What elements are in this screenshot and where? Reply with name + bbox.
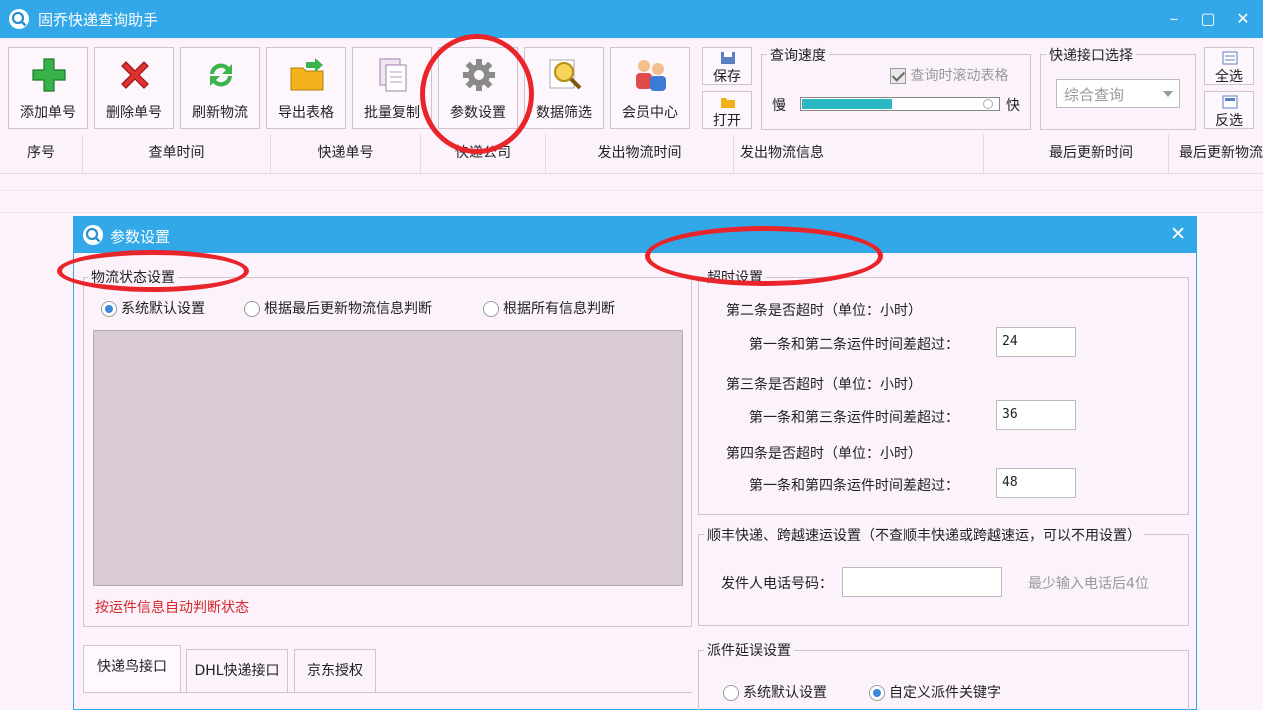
timeout-heading-2: 第二条是否超时（单位：小时）	[726, 303, 922, 319]
column-header[interactable]: 发出物流信息	[734, 134, 984, 174]
open-folder-icon	[721, 98, 735, 108]
open-button[interactable]: 打开	[702, 91, 752, 129]
export-folder-icon	[290, 58, 324, 91]
maximize-button[interactable]: ▢	[1197, 8, 1219, 30]
members-icon	[636, 60, 666, 91]
delay-option-custom[interactable]: 自定义派件关键字	[869, 682, 1001, 702]
tab-strip-line	[83, 692, 692, 693]
export-table-button[interactable]: 导出表格	[266, 47, 346, 129]
add-number-button[interactable]: 添加单号	[8, 47, 88, 129]
radio-icon	[244, 301, 260, 317]
query-speed-slider[interactable]	[800, 97, 1000, 111]
dialog-close-button[interactable]: ✕	[1170, 223, 1186, 245]
close-window-button[interactable]: ✕	[1232, 8, 1254, 30]
invert-selection-button[interactable]: 反选	[1204, 91, 1254, 129]
annotation-ring-settings	[420, 34, 534, 154]
column-header[interactable]: 最后更新时间	[984, 134, 1169, 174]
select-all-button[interactable]: 全选	[1204, 47, 1254, 85]
delay-option-default[interactable]: 系统默认设置	[723, 682, 827, 702]
refresh-icon	[210, 63, 232, 87]
sender-phone-input[interactable]	[842, 567, 1002, 597]
table-gridline	[0, 212, 1263, 213]
chevron-down-icon	[1163, 91, 1173, 97]
radio-icon	[483, 301, 499, 317]
delete-number-button[interactable]: 删除单号	[94, 47, 174, 129]
timeout-label-3: 第一条和第三条运件时间差超过：	[749, 410, 959, 426]
app-logo-icon	[9, 9, 29, 29]
column-header[interactable]: 发出物流时间	[546, 134, 734, 174]
window-title: 固乔快递查询助手	[38, 11, 159, 29]
column-header[interactable]: 序号	[0, 134, 83, 174]
timeout-label-4: 第一条和第四条运件时间差超过：	[749, 478, 959, 494]
minimize-button[interactable]: –	[1163, 8, 1185, 30]
timeout-heading-3: 第三条是否超时（单位：小时）	[726, 377, 922, 393]
scroll-table-checkbox[interactable]: 查询时滚动表格	[890, 65, 1008, 85]
annotation-ring-timeout	[645, 226, 883, 286]
save-disk-icon	[721, 52, 735, 64]
slider-fill	[802, 99, 892, 109]
api-select-title: 快递接口选择	[1046, 45, 1136, 65]
table-gridline	[0, 190, 1263, 191]
tab-kdniao[interactable]: 快递鸟接口	[83, 645, 181, 693]
dialog-title: 参数设置	[110, 228, 171, 246]
phone-hint: 最少输入电话后4位	[1028, 576, 1149, 592]
copy-icon	[379, 58, 407, 92]
slider-knob[interactable]	[983, 99, 993, 109]
annotation-ring-logistics	[57, 250, 249, 292]
timeout-input-2[interactable]: 24	[996, 327, 1076, 357]
radio-icon	[101, 301, 117, 317]
speed-slow-label: 慢	[772, 98, 786, 114]
table-header: 序号 查单时间 快递单号 快递公司 发出物流时间 发出物流信息 最后更新时间 最…	[0, 134, 1263, 174]
sender-phone-label: 发件人电话号码：	[721, 576, 833, 592]
tab-jd-auth[interactable]: 京东授权	[294, 649, 376, 693]
sf-settings-title: 顺丰快递、跨越速运设置（不查顺丰快递或跨越速运，可以不用设置）	[704, 525, 1144, 545]
timeout-heading-4: 第四条是否超时（单位：小时）	[726, 446, 922, 462]
timeout-label-2: 第一条和第二条运件时间差超过：	[749, 337, 959, 353]
timeout-input-4[interactable]: 48	[996, 468, 1076, 498]
radio-icon	[869, 685, 885, 701]
timeout-input-3[interactable]: 36	[996, 400, 1076, 430]
logistics-option-default[interactable]: 系统默认设置	[101, 298, 205, 318]
column-header[interactable]: 最后更新物流	[1169, 134, 1263, 174]
app-logo-icon	[83, 225, 103, 245]
refresh-logistics-button[interactable]: 刷新物流	[180, 47, 260, 129]
dialog-titlebar: 参数设置 ✕	[74, 217, 1196, 253]
api-select-dropdown[interactable]: 综合查询	[1056, 79, 1180, 108]
select-all-icon	[1222, 51, 1238, 65]
column-header[interactable]: 查单时间	[83, 134, 271, 174]
settings-dialog: 参数设置 ✕ 物流状态设置 系统默认设置 根据最后更新物流信息判断 根据所有信息…	[73, 216, 1197, 710]
delete-x-icon	[121, 61, 149, 89]
tab-dhl[interactable]: DHL快递接口	[186, 649, 288, 693]
speed-fast-label: 快	[1006, 98, 1020, 114]
delivery-delay-title: 派件延误设置	[704, 640, 794, 660]
query-speed-title: 查询速度	[767, 45, 829, 65]
logistics-option-all-info[interactable]: 根据所有信息判断	[483, 298, 615, 318]
status-preview-panel	[93, 330, 683, 586]
window-titlebar: 固乔快递查询助手 – ▢ ✕	[0, 0, 1263, 38]
data-filter-button[interactable]: 数据筛选	[524, 47, 604, 129]
member-center-button[interactable]: 会员中心	[610, 47, 690, 129]
logistics-option-last-update[interactable]: 根据最后更新物流信息判断	[244, 298, 432, 318]
filter-magnifier-icon	[549, 59, 582, 90]
radio-icon	[723, 685, 739, 701]
checkbox-icon	[890, 68, 906, 84]
save-button[interactable]: 保存	[702, 47, 752, 85]
auto-judge-note: 按运件信息自动判断状态	[95, 600, 249, 616]
plus-icon	[32, 58, 66, 92]
invert-select-icon	[1222, 95, 1238, 109]
column-header[interactable]: 快递单号	[271, 134, 421, 174]
